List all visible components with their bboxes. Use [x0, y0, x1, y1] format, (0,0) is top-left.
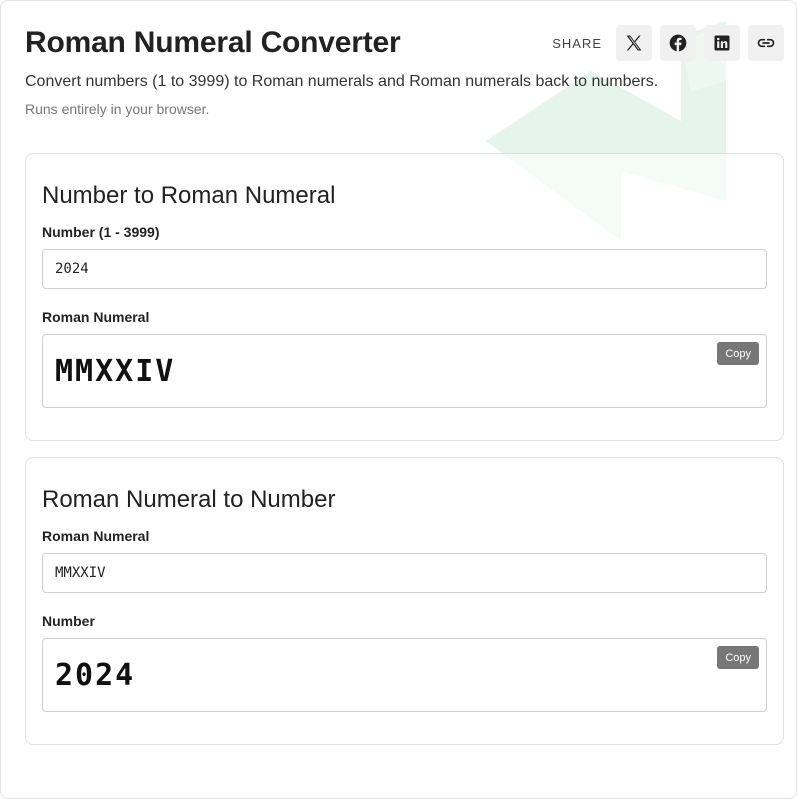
roman-input[interactable]: [42, 553, 767, 593]
number-to-roman-heading: Number to Roman Numeral: [42, 182, 336, 209]
roman-to-number-card: Roman Numeral to Number Roman Numeral Nu…: [25, 457, 784, 745]
share-facebook-button[interactable]: [660, 25, 696, 61]
share-bar: SHARE: [552, 25, 784, 61]
roman-to-number-heading: Roman Numeral to Number: [42, 486, 336, 513]
share-linkedin-button[interactable]: [704, 25, 740, 61]
copy-number-button[interactable]: Copy: [717, 646, 759, 669]
link-icon: [757, 38, 775, 48]
page-title: Roman Numeral Converter: [25, 26, 401, 59]
page-note: Runs entirely in your browser.: [25, 101, 210, 117]
copy-link-button[interactable]: [748, 25, 784, 61]
roman-input-label: Roman Numeral: [42, 528, 150, 544]
roman-output-label: Roman Numeral: [42, 309, 150, 325]
share-label: SHARE: [552, 35, 602, 51]
x-twitter-icon: [626, 35, 642, 51]
page-subtitle: Convert numbers (1 to 3999) to Roman num…: [25, 73, 659, 90]
facebook-icon: [669, 34, 687, 52]
title-row: Roman Numeral Converter SHARE: [25, 23, 784, 63]
roman-output-value: MMXXIV: [55, 353, 176, 389]
number-output-label: Number: [42, 613, 95, 629]
number-input-label: Number (1 - 3999): [42, 224, 160, 240]
share-x-button[interactable]: [616, 25, 652, 61]
roman-output-box: MMXXIV Copy: [42, 334, 767, 408]
page: Roman Numeral Converter SHARE Convert nu…: [0, 0, 797, 799]
number-to-roman-card: Number to Roman Numeral Number (1 - 3999…: [25, 153, 784, 441]
number-output-box: 2024 Copy: [42, 638, 767, 712]
number-output-value: 2024: [55, 657, 136, 693]
copy-roman-button[interactable]: Copy: [717, 342, 759, 365]
number-input[interactable]: [42, 249, 767, 289]
linkedin-icon: [714, 35, 730, 51]
header: Roman Numeral Converter SHARE Convert nu…: [1, 1, 796, 117]
